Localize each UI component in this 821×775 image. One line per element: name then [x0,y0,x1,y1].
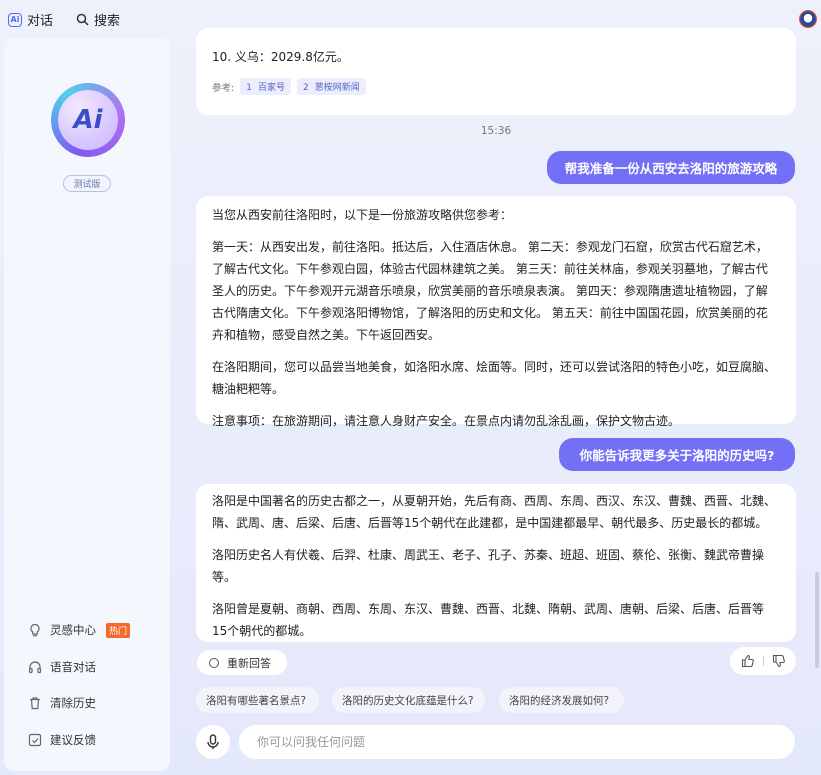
sidebar-item-feedback[interactable]: 建议反馈 [28,732,96,748]
sidebar-item-voice-chat[interactable]: 语音对话 [28,659,96,675]
feedback-icon [28,733,42,747]
suggestion-chip[interactable]: 洛阳的历史文化底蕴是什么? [332,687,485,713]
lightbulb-icon [30,623,40,637]
reference-row: 参考: 1 百家号 2 葱桉网新闻 [212,78,780,95]
user-avatar[interactable] [799,10,817,28]
reference-label: 参考: [212,82,235,94]
suggestion-chip[interactable]: 洛阳的经济发展如何? [499,687,624,713]
ai-logo-text: Ai [58,90,118,150]
ai-message-card: 10. 义乌：2029.8亿元。 参考: 1 百家号 2 葱桉网新闻 [196,28,796,115]
sidebar-item-label: 清除历史 [50,696,96,710]
search-icon [76,13,89,26]
ai-message-paragraph: 洛阳历史名人有伏羲、后羿、杜康、周武王、老子、孔子、苏秦、班超、班固、蔡伦、张衡… [212,548,765,584]
reference-chip[interactable]: 1 百家号 [240,78,291,95]
ai-message-card: 当您从西安前往洛阳时，以下是一份旅游攻略供您参考： 第一天：从西安出发，前往洛阳… [196,196,796,428]
headphones-icon [28,661,42,674]
sidebar: Ai 测试版 灵感中心 热门 语音对话 清除历史 建议反馈 [4,38,170,771]
scrollbar[interactable] [815,572,819,668]
reference-source: 葱桉网新闻 [314,83,360,93]
hot-badge: 热门 [106,622,131,638]
refresh-icon [209,657,219,668]
thumbs-up-icon[interactable] [741,654,755,668]
user-message-bubble: 帮我准备一份从西安去洛阳的旅游攻略 [547,151,795,184]
reference-chip[interactable]: 2 葱桉网新闻 [296,78,366,95]
trash-icon [30,697,40,710]
sidebar-item-label: 灵感中心 [50,623,96,637]
ai-message-paragraph: 第一天：从西安出发，前往洛阳。抵达后，入住酒店休息。 第二天：参观龙门石窟，欣赏… [212,240,768,342]
regenerate-label: 重新回答 [227,656,271,670]
regenerate-button[interactable]: 重新回答 [197,650,287,675]
ai-message-paragraph: 注意事项：在旅游期间，请注意人身财产安全。在景点内请勿乱涂乱画，保护文物古迹。 [212,414,681,428]
thumbs-down-icon[interactable] [772,654,786,668]
ai-message-paragraph: 当您从西安前往洛阳时，以下是一份旅游攻略供您参考： [212,208,513,222]
voice-input-button[interactable] [196,725,230,759]
reference-number: 2 [302,83,309,93]
user-message-bubble: 你能告诉我更多关于洛阳的历史吗? [559,438,795,471]
chat-input[interactable] [239,725,795,759]
chat-tab[interactable]: Ai 对话 [8,10,53,29]
chat-tab-label: 对话 [27,14,54,29]
search-label: 搜索 [94,14,121,29]
beta-badge: 测试版 [63,175,111,192]
ai-message-paragraph: 洛阳曾是夏朝、商朝、西周、东周、东汉、曹魏、西晋、北魏、隋朝、武周、唐朝、后梁、… [212,602,765,638]
feedback-buttons [730,647,796,675]
chat-area: 10. 义乌：2029.8亿元。 参考: 1 百家号 2 葱桉网新闻 15:36 帮… [180,28,812,775]
reference-source: 百家号 [257,83,285,93]
reference-number: 1 [246,83,252,93]
suggestion-chip[interactable]: 洛阳有哪些著名景点? [196,687,319,713]
ai-message-card: 洛阳是中国著名的历史古都之一，从夏朝开始，先后有商、西周、东周、西汉、东汉、曹魏… [196,484,796,642]
ai-message-paragraph: 洛阳是中国著名的历史古都之一，从夏朝开始，先后有商、西周、东周、西汉、东汉、曹魏… [212,494,777,530]
sidebar-item-clear-history[interactable]: 清除历史 [28,695,96,711]
app-logo-icon: Ai [8,12,22,27]
divider [762,656,764,666]
timestamp: 15:36 [480,125,512,137]
search-button[interactable]: 搜索 [76,10,120,29]
ai-assistant-logo: Ai [51,83,125,157]
sidebar-item-label: 建议反馈 [50,733,96,747]
sidebar-item-inspiration[interactable]: 灵感中心 热门 [28,622,131,638]
sidebar-item-label: 语音对话 [50,660,96,674]
ai-message-text: 10. 义乌：2029.8亿元。 [212,50,349,64]
ai-message-paragraph: 在洛阳期间，您可以品尝当地美食，如洛阳水席、烩面等。同时，还可以尝试洛阳的特色小… [212,360,777,396]
microphone-icon [207,734,219,749]
